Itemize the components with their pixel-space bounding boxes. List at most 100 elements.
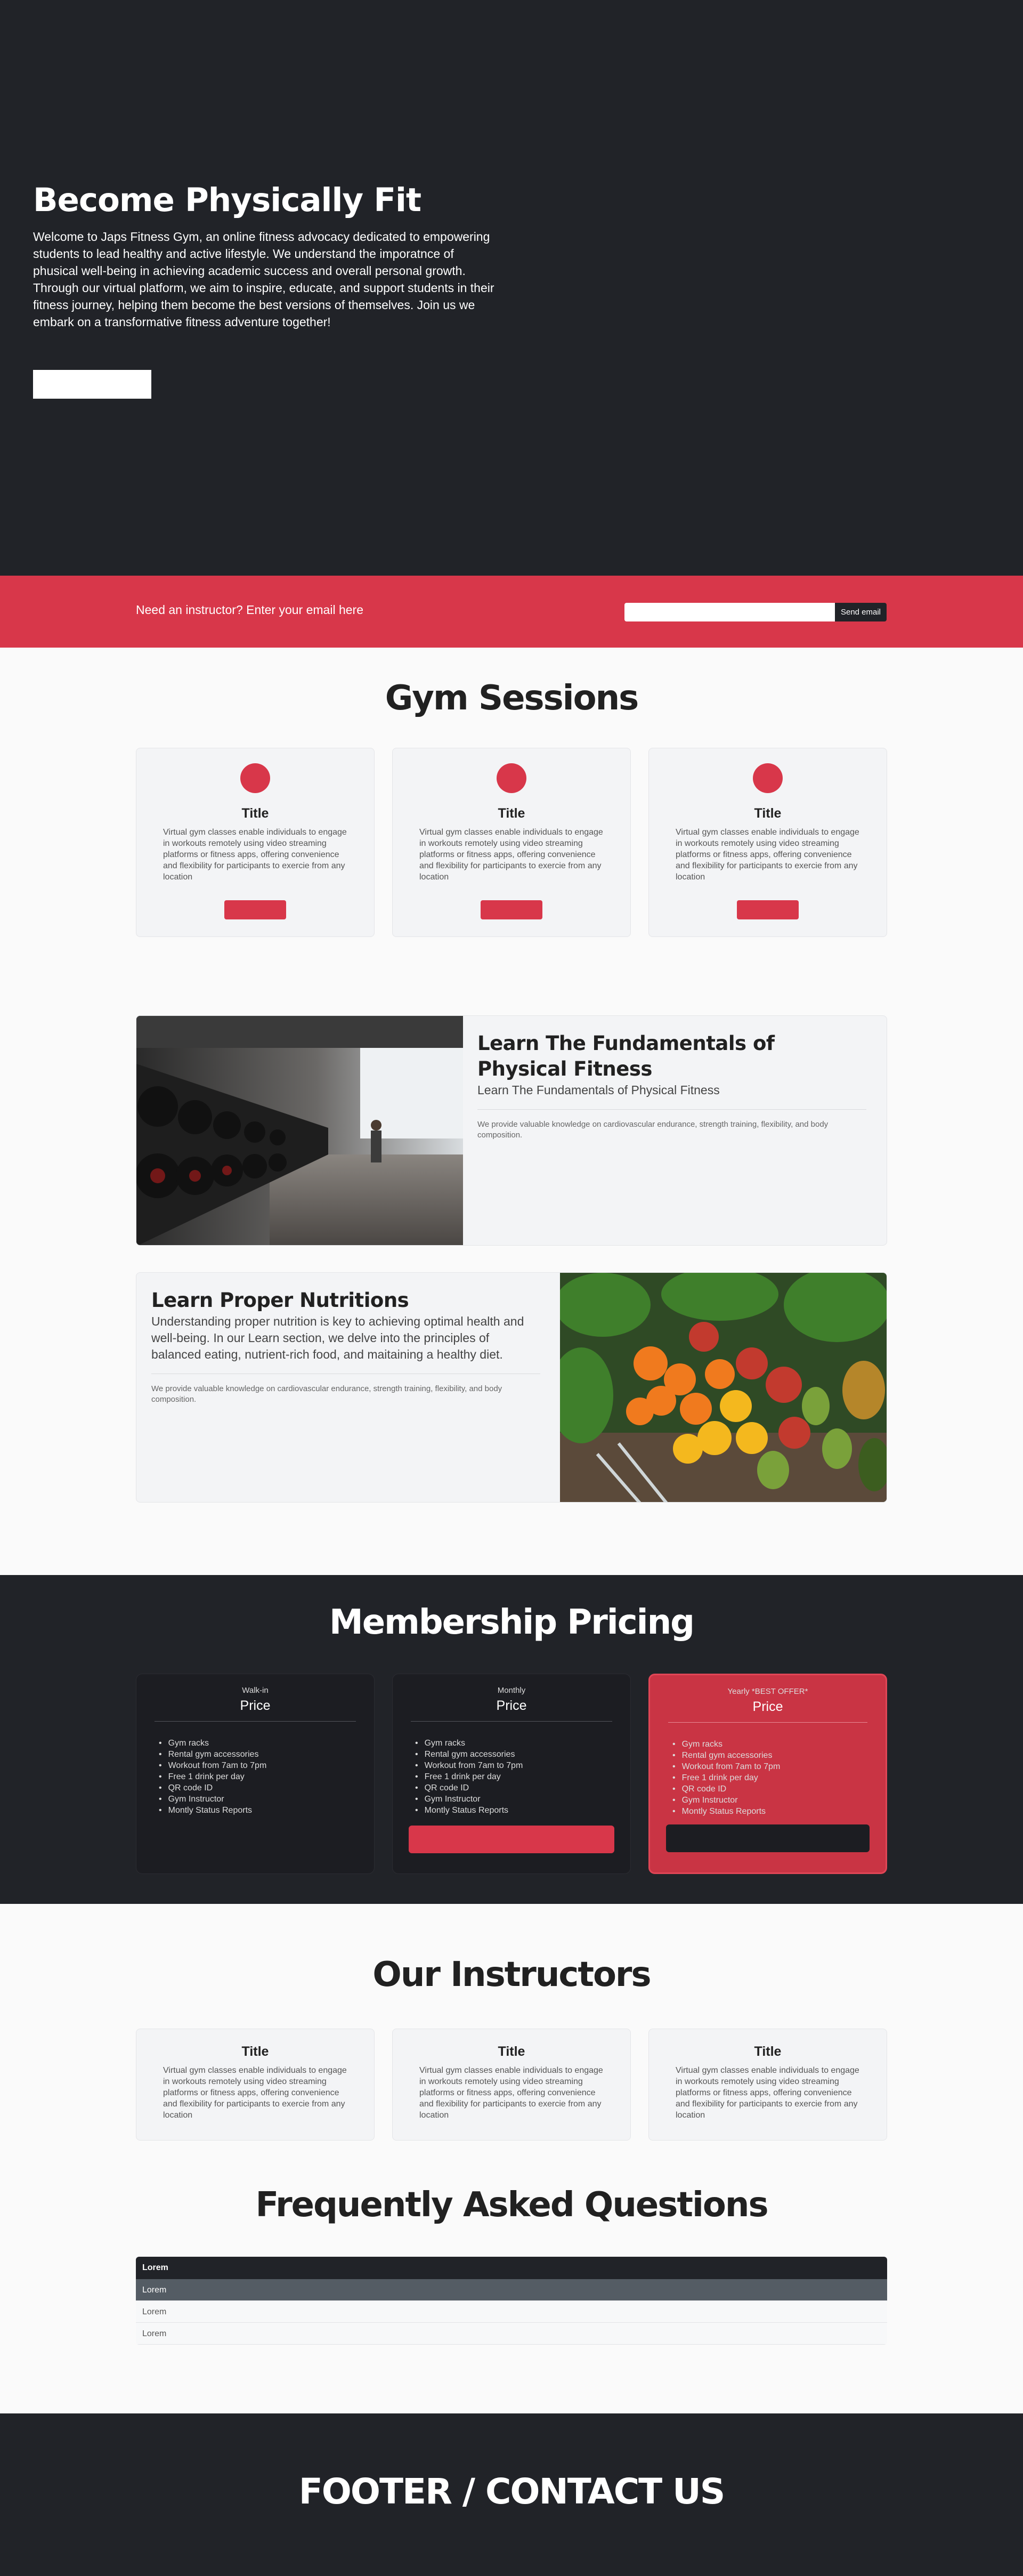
pricing-cards: Walk-in Price Gym racks Rental gym acces… (136, 1674, 887, 1874)
membership-pricing-section: Membership Pricing Walk-in Price Gym rac… (0, 1575, 1023, 1904)
plan-feature: Free 1 drink per day (672, 1772, 886, 1783)
select-yearly-button[interactable] (666, 1824, 870, 1852)
plan-feature: Rental gym accessories (672, 1750, 886, 1761)
plan-feature: Gym Instructor (415, 1794, 630, 1805)
session-card-text: Virtual gym classes enable individuals t… (419, 828, 603, 882)
plan-name: Walk-in (242, 1686, 269, 1695)
signup-prompt: Need an instructor? Enter your email her… (136, 603, 363, 617)
instructor-card-title: Title (498, 2044, 525, 2059)
nutrition-feature-subtitle: Understanding proper nutrition is key to… (151, 1314, 524, 1361)
divider (155, 1721, 356, 1722)
divider (668, 1722, 867, 1723)
hero-content: Become Physically Fit Welcome to Japs Fi… (33, 181, 497, 399)
session-card-button[interactable] (481, 900, 542, 919)
plan-feature: Rental gym accessories (415, 1749, 630, 1760)
session-card: Title Virtual gym classes enable individ… (392, 748, 631, 937)
session-card: Title Virtual gym classes enable individ… (136, 748, 375, 937)
fitness-feature-note: We provide valuable knowledge on cardiov… (477, 1120, 829, 1140)
session-icon (753, 763, 783, 793)
divider (477, 1109, 866, 1110)
plan-feature: Gym Instructor (159, 1794, 374, 1805)
signup-form: Send email (624, 603, 887, 621)
plan-price: Price (240, 1698, 271, 1713)
instructor-card-text: Virtual gym classes enable individuals t… (676, 2066, 859, 2120)
pricing-card-yearly: Yearly *BEST OFFER* Price Gym racks Rent… (648, 1674, 887, 1874)
plan-price: Price (752, 1699, 783, 1714)
nutrition-feature-card: Learn Proper Nutritions Understanding pr… (136, 1272, 887, 1503)
instructor-card-text: Virtual gym classes enable individuals t… (163, 2066, 347, 2120)
faq-title: Frequently Asked Questions (255, 2185, 768, 2225)
plan-feature: QR code ID (672, 1783, 886, 1795)
plan-feature: Gym racks (415, 1738, 630, 1749)
faq-header[interactable]: Lorem (136, 2257, 887, 2279)
session-card-text: Virtual gym classes enable individuals t… (163, 828, 347, 882)
session-card-button[interactable] (224, 900, 286, 919)
plan-feature: Rental gym accessories (159, 1749, 374, 1760)
plan-feature: Workout from 7am to 7pm (672, 1761, 886, 1772)
instructors-title: Our Instructors (372, 1955, 651, 1994)
instructor-cards: Title Virtual gym classes enable individ… (136, 2029, 887, 2141)
session-card-title: Title (498, 806, 525, 821)
plan-feature: Free 1 drink per day (159, 1771, 374, 1782)
instructor-card: Title Virtual gym classes enable individ… (392, 2029, 631, 2141)
instructor-card-title: Title (241, 2044, 269, 2059)
plan-name: Yearly *BEST OFFER* (727, 1687, 808, 1696)
session-icon (240, 763, 270, 793)
faq-item[interactable]: Lorem (136, 2279, 887, 2301)
fitness-feature-title: Learn The Fundamentals of Physical Fitne… (477, 1032, 775, 1080)
plan-feature: Gym Instructor (672, 1795, 886, 1806)
plan-feature: Montly Status Reports (159, 1805, 374, 1816)
plan-features: Gym racks Rental gym accessories Workout… (136, 1738, 374, 1816)
fitness-feature-card: Learn The Fundamentals of Physical Fitne… (136, 1015, 887, 1246)
footer-title: FOOTER / CONTACT US (298, 2471, 726, 2512)
hero-text: Welcome to Japs Fitness Gym, an online f… (33, 230, 494, 329)
session-icon (497, 763, 526, 793)
nutrition-feature-body: Learn Proper Nutritions Understanding pr… (151, 1288, 540, 1405)
session-card-title: Title (241, 806, 269, 821)
plan-feature: Gym racks (672, 1739, 886, 1750)
select-monthly-button[interactable] (409, 1826, 614, 1853)
plan-feature: Workout from 7am to 7pm (159, 1760, 374, 1771)
instructor-card: Title Virtual gym classes enable individ… (648, 2029, 887, 2141)
pricing-card-monthly: Monthly Price Gym racks Rental gym acces… (392, 1674, 631, 1874)
session-cards: Title Virtual gym classes enable individ… (136, 748, 887, 937)
pricing-card-walkin: Walk-in Price Gym racks Rental gym acces… (136, 1674, 375, 1874)
gym-sessions-section: Gym Sessions Title Virtual gym classes e… (0, 648, 1023, 1015)
vegetables-image (560, 1273, 887, 1502)
plan-feature: QR code ID (159, 1782, 374, 1794)
learn-section: Learn The Fundamentals of Physical Fitne… (0, 1015, 1023, 1575)
session-card-button[interactable] (737, 900, 799, 919)
plan-feature: Montly Status Reports (415, 1805, 630, 1816)
sessions-title: Gym Sessions (385, 679, 639, 718)
hero-button[interactable] (33, 370, 151, 399)
instructors-section: Our Instructors Title Virtual gym classe… (0, 1904, 1023, 2178)
footer: FOOTER / CONTACT US (0, 2413, 1023, 2576)
fitness-feature-subtitle: Learn The Fundamentals of Physical Fitne… (477, 1083, 720, 1097)
faq-item[interactable]: Lorem (136, 2323, 887, 2345)
plan-name: Monthly (497, 1686, 526, 1695)
divider (411, 1721, 612, 1722)
instructor-card: Title Virtual gym classes enable individ… (136, 2029, 375, 2141)
session-card-title: Title (754, 806, 782, 821)
instructor-signup-band: Need an instructor? Enter your email her… (0, 576, 1023, 648)
faq-accordion: Lorem Lorem Lorem Lorem (136, 2257, 887, 2345)
faq-item[interactable]: Lorem (136, 2301, 887, 2323)
instructor-card-text: Virtual gym classes enable individuals t… (419, 2066, 603, 2120)
instructor-card-title: Title (754, 2044, 782, 2059)
pricing-title: Membership Pricing (329, 1603, 695, 1642)
nutrition-feature-note: We provide valuable knowledge on cardiov… (151, 1384, 502, 1404)
email-input[interactable] (624, 603, 835, 621)
session-card: Title Virtual gym classes enable individ… (648, 748, 887, 937)
gym-dumbbells-image (136, 1016, 463, 1245)
plan-feature: Montly Status Reports (672, 1806, 886, 1817)
session-card-text: Virtual gym classes enable individuals t… (676, 828, 859, 882)
nutrition-feature-title: Learn Proper Nutritions (151, 1289, 409, 1312)
fitness-feature-body: Learn The Fundamentals of Physical Fitne… (477, 1031, 866, 1141)
hero-section: Become Physically Fit Welcome to Japs Fi… (0, 0, 1023, 576)
faq-section: Frequently Asked Questions Lorem Lorem L… (0, 2178, 1023, 2413)
plan-price: Price (496, 1698, 527, 1713)
send-email-button[interactable]: Send email (835, 603, 887, 621)
plan-features: Gym racks Rental gym accessories Workout… (393, 1738, 630, 1816)
plan-feature: Gym racks (159, 1738, 374, 1749)
plan-feature: Free 1 drink per day (415, 1771, 630, 1782)
